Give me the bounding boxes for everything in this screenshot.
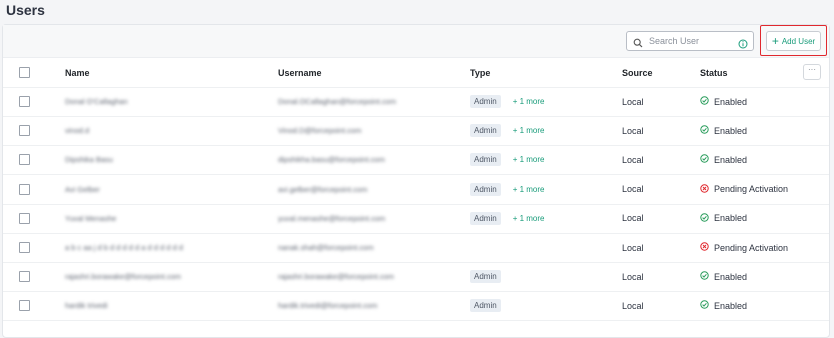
table-row[interactable]: Donal O'Callaghan Donal.OCallaghan@forcep… — [3, 87, 829, 117]
type-badge: Admin — [470, 270, 501, 284]
row-checkbox[interactable] — [19, 125, 30, 137]
table-header: Name Username Type Source Status ··· — [3, 58, 829, 88]
column-header-type[interactable]: Type — [470, 58, 490, 87]
user-name: Avi Gelber — [65, 184, 100, 194]
user-username: avi.gelber@forcepoint.com — [278, 184, 368, 194]
user-username: Donal.OCallaghan@forcepoint.com — [278, 97, 397, 106]
user-source: Local — [622, 300, 644, 311]
check-circle-icon — [700, 213, 709, 224]
column-header-status[interactable]: Status — [700, 58, 728, 87]
row-checkbox[interactable] — [19, 300, 30, 312]
toolbar: + Add User — [3, 25, 829, 58]
status-label: Pending Activation — [714, 184, 789, 195]
status-label: Enabled — [714, 300, 748, 311]
type-badge: Admin — [470, 182, 501, 196]
user-name: Yuval Menashe — [65, 213, 117, 223]
type-badge: Admin — [470, 95, 501, 108]
user-username: rajashri.borawake@forcepoint.com — [278, 272, 394, 282]
type-badge: Admin — [470, 211, 501, 225]
column-header-username[interactable]: Username — [278, 58, 322, 87]
more-types-link[interactable]: + 1 more — [513, 185, 545, 194]
user-source: Local — [622, 271, 644, 282]
info-icon[interactable] — [738, 36, 748, 54]
row-checkbox[interactable] — [19, 154, 30, 166]
user-name: rajashri.borawake@forcepoint.com — [65, 272, 181, 282]
user-source: Local — [622, 96, 644, 107]
row-checkbox[interactable] — [19, 271, 30, 283]
more-types-link[interactable]: + 1 more — [513, 155, 545, 164]
user-username: dipshikha.basu@forcepoint.com — [278, 155, 385, 165]
check-circle-icon — [700, 300, 709, 311]
column-header-name[interactable]: Name — [65, 58, 90, 87]
user-source: Local — [622, 184, 644, 195]
status-label: Enabled — [714, 213, 748, 224]
column-header-source[interactable]: Source — [622, 58, 653, 87]
x-circle-icon — [700, 242, 709, 253]
add-user-label: Add User — [781, 36, 816, 46]
check-circle-icon — [700, 154, 709, 165]
more-types-link[interactable]: + 1 more — [513, 126, 545, 135]
users-panel: + Add User Name Username Type Source Sta… — [2, 24, 830, 338]
status-label: Pending Activation — [714, 242, 789, 253]
table-row[interactable]: vinod.d Vinod.D@forcepoint.com Admin + 1 mo… — [3, 116, 829, 147]
check-circle-icon — [700, 125, 709, 136]
select-all-checkbox[interactable] — [19, 67, 30, 78]
type-badge: Admin — [470, 299, 501, 313]
check-circle-icon — [700, 96, 709, 107]
column-options-button[interactable]: ··· — [803, 64, 821, 80]
user-name: hardik trivedi — [65, 301, 108, 311]
search-box[interactable] — [626, 31, 754, 51]
table-row[interactable]: a b c aa j d b d d d d d a d d d d d d na… — [3, 233, 829, 263]
search-icon — [633, 35, 643, 53]
row-checkbox[interactable] — [19, 183, 30, 195]
user-name: Donal O'Callaghan — [65, 97, 128, 106]
table-row[interactable]: hardik trivedi hardik.trivedi@forcepoint.… — [3, 291, 829, 322]
more-types-link[interactable]: + 1 more — [513, 97, 545, 106]
type-badge: Admin — [470, 153, 501, 167]
user-username: nanak.shah@forcepoint.com — [278, 243, 374, 252]
user-username: hardik.trivedi@forcepoint.com — [278, 301, 378, 311]
table-row[interactable]: Yuval Menashe yuval.menashe@forcepoint.co… — [3, 204, 829, 234]
table-row[interactable]: Avi Gelber avi.gelber@forcepoint.com Admin… — [3, 175, 829, 205]
user-source: Local — [622, 154, 644, 165]
table-row[interactable]: Dipshika Basu dipshikha.basu@forcepoint.c… — [3, 145, 829, 176]
x-circle-icon — [700, 183, 709, 195]
check-circle-icon — [700, 271, 709, 282]
more-types-link[interactable]: + 1 more — [513, 214, 545, 223]
user-name: vinod.d — [65, 126, 90, 136]
status-label: Enabled — [714, 154, 748, 165]
type-badge: Admin — [470, 124, 501, 138]
status-label: Enabled — [714, 271, 748, 282]
user-source: Local — [622, 125, 644, 136]
status-label: Enabled — [714, 125, 748, 136]
user-name: a b c aa j d b d d d d d a d d d d d d — [65, 243, 184, 252]
row-checkbox[interactable] — [19, 212, 30, 224]
page-title: Users — [6, 2, 45, 18]
user-source: Local — [622, 213, 644, 224]
add-user-button[interactable]: + Add User — [766, 31, 821, 51]
table-row[interactable]: rajashri.borawake@forcepoint.com rajashri… — [3, 262, 829, 293]
user-username: yuval.menashe@forcepoint.com — [278, 213, 386, 223]
user-source: Local — [622, 242, 644, 253]
user-username: Vinod.D@forcepoint.com — [278, 126, 362, 136]
status-label: Enabled — [714, 96, 748, 107]
user-name: Dipshika Basu — [65, 155, 113, 165]
row-checkbox[interactable] — [19, 242, 30, 253]
row-checkbox[interactable] — [19, 96, 30, 107]
search-input[interactable] — [649, 33, 733, 49]
plus-icon: + — [771, 34, 779, 48]
